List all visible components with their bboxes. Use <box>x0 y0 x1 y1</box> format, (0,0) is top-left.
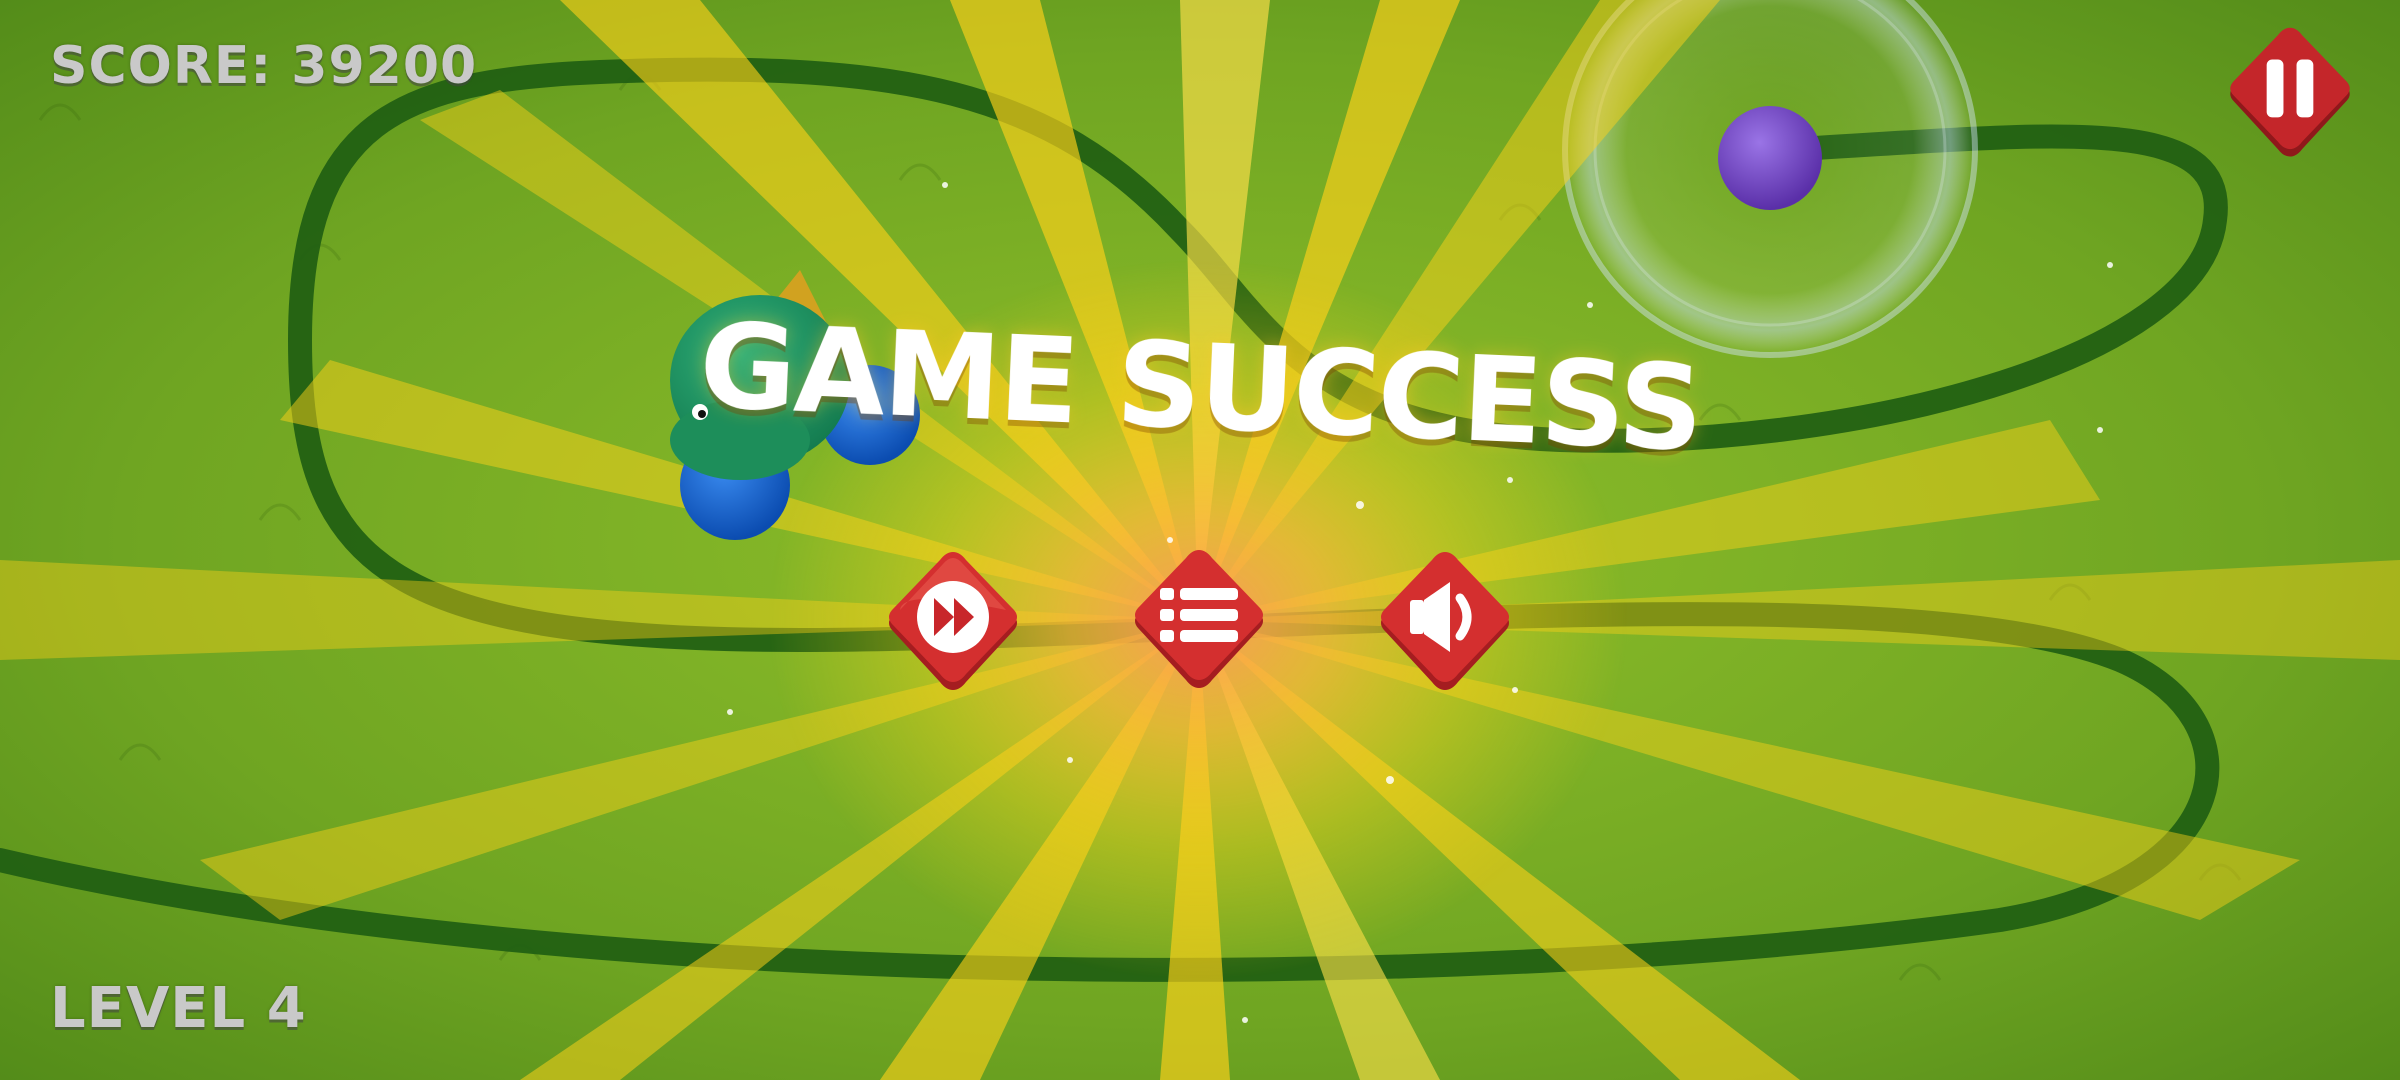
score-display: SCORE: 39200 <box>50 36 478 96</box>
game-stage: SCORE: 39200 LEVEL 4 GAME SUCCESS <box>0 0 2400 1080</box>
level-list-icon <box>1160 588 1238 642</box>
sound-toggle-button[interactable] <box>1370 548 1520 698</box>
fast-forward-icon <box>917 581 989 653</box>
game-scene <box>0 0 2400 1080</box>
pause-button[interactable] <box>2220 24 2360 164</box>
purple-ball <box>1718 106 1822 210</box>
next-level-button[interactable] <box>878 548 1028 698</box>
level-menu-button[interactable] <box>1124 546 1274 696</box>
level-indicator: LEVEL 4 <box>50 976 307 1041</box>
